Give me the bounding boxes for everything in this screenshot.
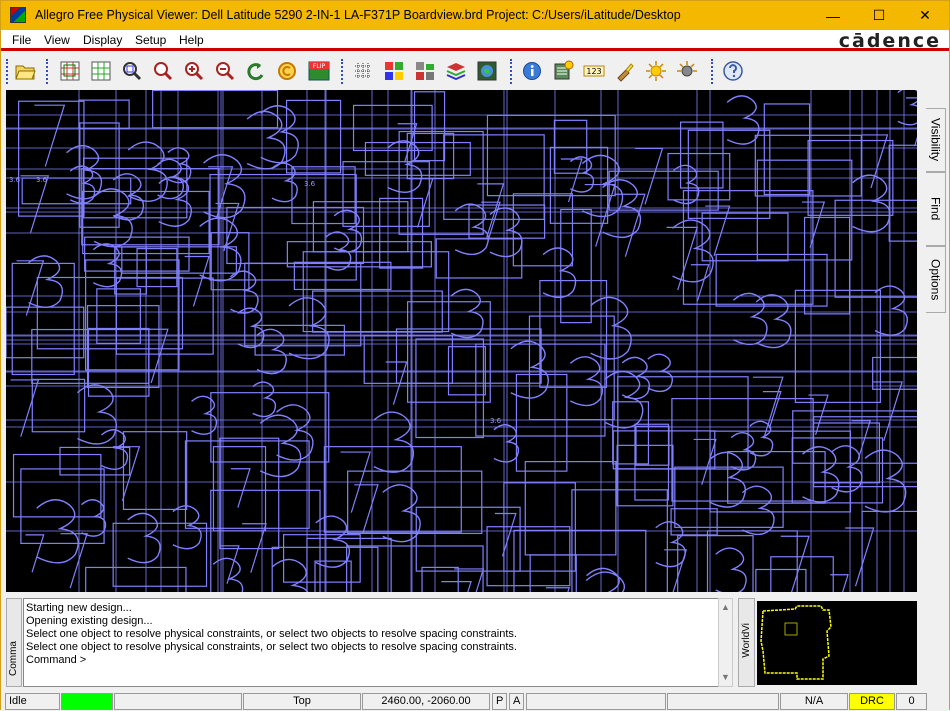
menu-file[interactable]: File: [12, 33, 31, 47]
toolbar-grip[interactable]: [46, 59, 49, 84]
status-layer: Top: [243, 693, 361, 710]
toolbar-grip[interactable]: [341, 59, 344, 84]
toolbar-grip[interactable]: [6, 59, 9, 84]
number-label: 123: [586, 67, 601, 76]
window-title: Allegro Free Physical Viewer: Dell Latit…: [35, 8, 681, 22]
menu-display[interactable]: Display: [83, 33, 122, 47]
canvas-label: 3.6: [36, 176, 48, 184]
worldview-panel: WorldVi: [738, 598, 917, 687]
design-canvas[interactable]: 3.6 3.6 3.6 3.6: [6, 90, 917, 592]
log-line: Select one object to resolve physical co…: [26, 628, 517, 640]
close-button[interactable]: ✕: [902, 1, 948, 30]
scroll-down-icon[interactable]: ▼: [721, 672, 730, 682]
toolbar: FLIP 123: [1, 54, 949, 88]
status-coordinates: 2460.00, -2060.00: [362, 693, 490, 710]
command-panel: Comma Starting new design... Opening exi…: [6, 598, 733, 687]
redraw-icon[interactable]: [274, 58, 300, 84]
status-absolute-toggle[interactable]: A: [509, 693, 524, 710]
zoom-window-icon[interactable]: [119, 58, 145, 84]
world-icon[interactable]: [474, 58, 500, 84]
command-prompt[interactable]: Command >: [26, 654, 717, 667]
menu-help[interactable]: Help: [179, 33, 204, 47]
scroll-up-icon[interactable]: ▲: [721, 602, 730, 612]
number-icon[interactable]: 123: [581, 58, 607, 84]
sun-icon[interactable]: [643, 58, 669, 84]
flip-icon[interactable]: FLIP: [306, 58, 332, 84]
tab-visibility[interactable]: Visibility: [926, 108, 946, 172]
minimize-button[interactable]: —: [810, 1, 856, 30]
menu-view[interactable]: View: [44, 33, 70, 47]
status-empty: [667, 693, 779, 710]
canvas-label: 3.6: [304, 180, 316, 188]
status-drc-count: 0: [896, 693, 927, 710]
layers-icon[interactable]: [412, 58, 438, 84]
maximize-button[interactable]: ☐: [856, 1, 902, 30]
status-bar: Idle Top 2460.00, -2060.00 P A N/A DRC 0: [1, 692, 949, 711]
side-tabs: Visibility Find Options: [926, 108, 946, 313]
status-state: Idle: [5, 693, 60, 710]
status-empty: [114, 693, 242, 710]
status-pick-toggle[interactable]: P: [492, 693, 507, 710]
canvas-label: 3.6: [490, 417, 502, 425]
cadence-logo: cādence: [838, 30, 941, 52]
dehighlight-icon[interactable]: [674, 58, 700, 84]
grid-icon[interactable]: [350, 58, 376, 84]
tab-options[interactable]: Options: [926, 246, 946, 313]
zoom-previous-icon[interactable]: [243, 58, 269, 84]
stack-icon[interactable]: [443, 58, 469, 84]
zoom-in-icon[interactable]: [181, 58, 207, 84]
open-icon[interactable]: [12, 58, 38, 84]
worldview-handle[interactable]: WorldVi: [738, 598, 755, 687]
measure-icon[interactable]: [550, 58, 576, 84]
status-busy-indicator: [61, 693, 113, 710]
toolbar-grip[interactable]: [510, 59, 513, 84]
log-line: Starting new design...: [26, 602, 132, 614]
command-log[interactable]: Starting new design... Opening existing …: [23, 598, 720, 687]
status-empty: [526, 693, 666, 710]
canvas-label: 3.6: [9, 176, 21, 184]
highlight-icon[interactable]: [612, 58, 638, 84]
worldview-handle-label: WorldVi: [741, 623, 752, 658]
status-drc[interactable]: DRC: [849, 693, 895, 710]
info-icon[interactable]: [519, 58, 545, 84]
worldview-map[interactable]: [757, 601, 917, 685]
menu-bar: File View Display Setup Help cādence: [1, 30, 949, 52]
zoom-out-icon[interactable]: [212, 58, 238, 84]
toolbar-grip[interactable]: [711, 59, 714, 84]
app-icon: [10, 7, 26, 23]
menu-setup[interactable]: Setup: [135, 33, 166, 47]
zoom-area-icon[interactable]: [150, 58, 176, 84]
tab-find[interactable]: Find: [926, 172, 946, 246]
command-handle-label: Comma: [8, 641, 19, 677]
log-line: Select one object to resolve physical co…: [26, 641, 517, 653]
zoom-fit-icon[interactable]: [57, 58, 83, 84]
status-na: N/A: [780, 693, 848, 710]
app-window: Allegro Free Physical Viewer: Dell Latit…: [0, 0, 950, 711]
command-scrollbar[interactable]: ▲ ▼: [718, 598, 733, 687]
help-icon[interactable]: [720, 58, 746, 84]
board-drawing: 3.6 3.6 3.6 3.6: [6, 90, 917, 592]
title-bar[interactable]: Allegro Free Physical Viewer: Dell Latit…: [1, 1, 949, 30]
color-icon[interactable]: [381, 58, 407, 84]
zoom-grid-icon[interactable]: [88, 58, 114, 84]
command-panel-handle[interactable]: Comma: [6, 598, 22, 687]
log-line: Opening existing design...: [26, 615, 153, 627]
flip-label: FLIP: [313, 63, 326, 70]
